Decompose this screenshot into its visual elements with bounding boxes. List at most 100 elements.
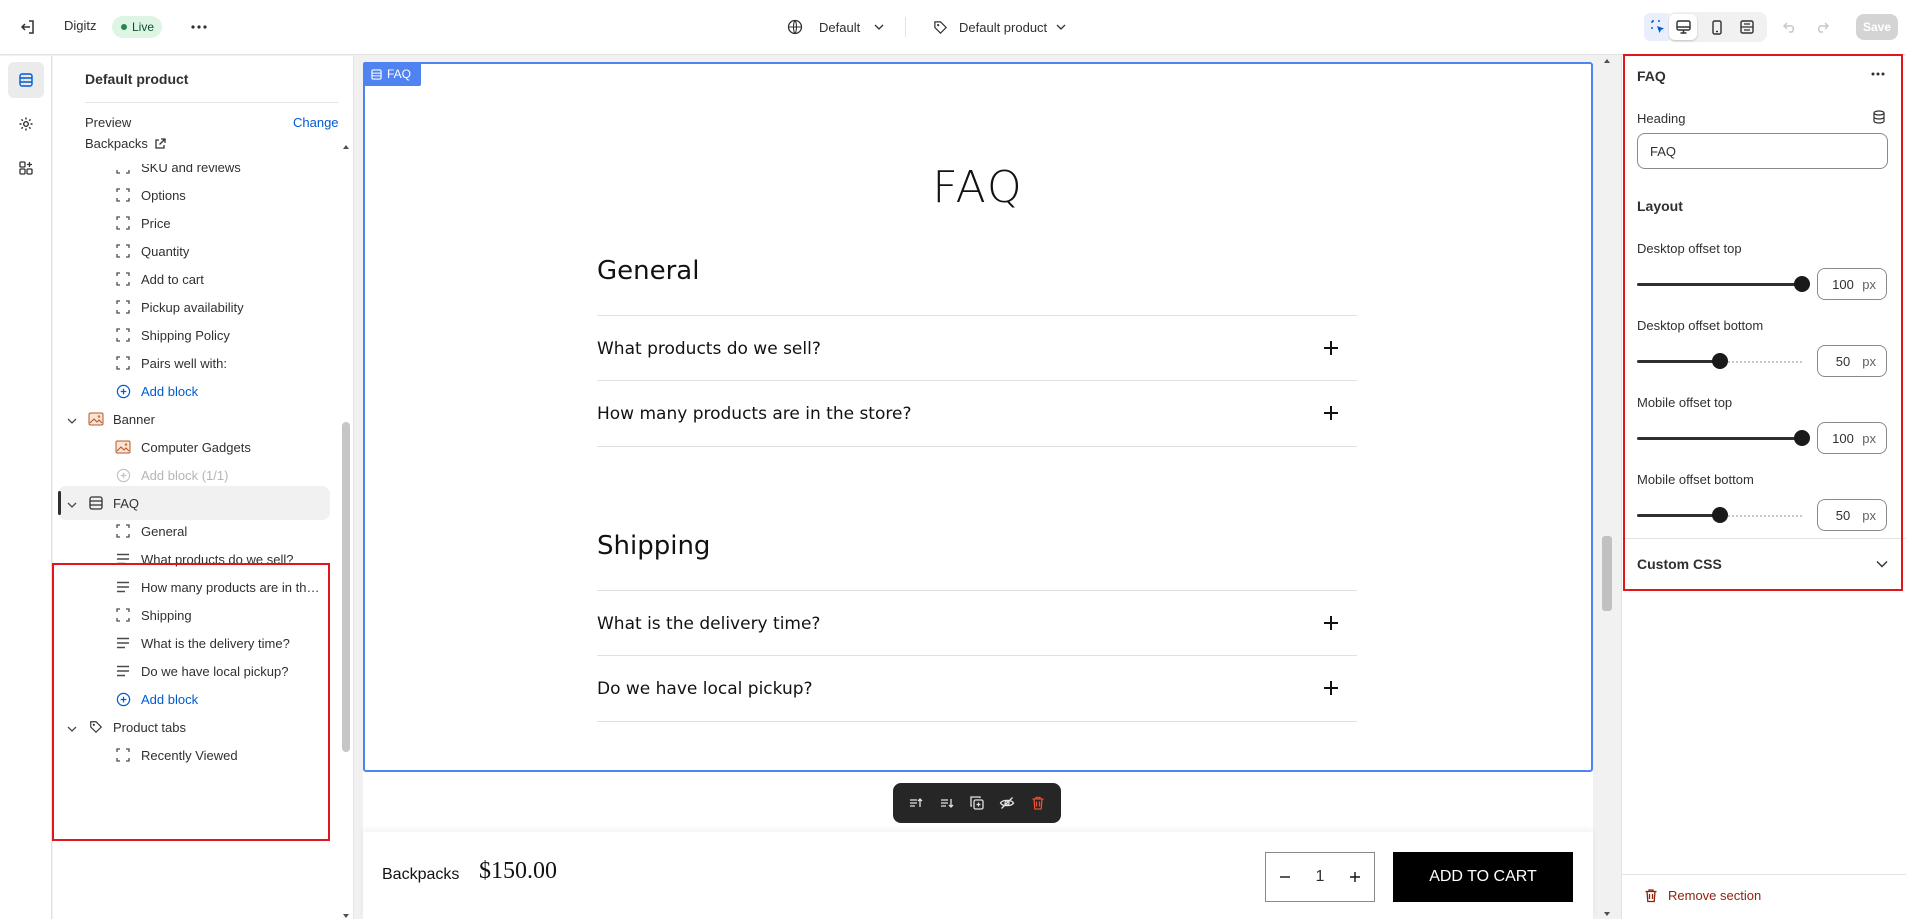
tree-item-label: Banner [113,411,155,427]
left-rail [0,56,52,919]
tag-icon [934,20,947,34]
slider-thumb[interactable] [1794,430,1810,446]
add-circle-icon [114,382,132,400]
chevron-down-icon[interactable] [67,496,77,511]
preview-product[interactable]: Backpacks [85,136,166,151]
plus-icon[interactable] [1321,678,1341,698]
sidebar-divider [85,102,338,103]
tree-item-label: Price [141,215,171,231]
faq-question-row[interactable]: Do we have local pickup? [597,655,1357,721]
section-settings-panel: FAQ Heading Layout Desktop offset top 100… [1621,56,1906,919]
duplicate-icon[interactable] [969,795,985,811]
tree-item-label: Quantity [141,243,190,259]
sections-rail-button[interactable] [8,62,44,98]
hide-icon[interactable] [999,795,1015,811]
image-icon [87,410,105,428]
redo-icon[interactable] [1810,15,1834,39]
slider-thumb[interactable] [1794,276,1810,292]
sidebar-scrollbar[interactable] [339,144,353,919]
slider-track-filled [1637,514,1720,517]
offset-number-input[interactable]: 50 px [1817,345,1887,377]
faq-question-row[interactable]: What is the delivery time? [597,590,1357,656]
offset-value[interactable]: 50 [1828,354,1858,369]
faq-divider [597,446,1357,447]
offset-slider[interactable] [1637,507,1802,523]
trash-icon[interactable] [1030,795,1046,811]
desktop-view-button[interactable] [1669,14,1697,40]
scroll-down-icon[interactable] [1603,911,1611,917]
sidebar-scroll-thumb[interactable] [342,422,350,752]
dynamic-source-icon[interactable] [1868,106,1890,128]
heading-input[interactable] [1637,133,1888,169]
undo-icon[interactable] [1778,15,1802,39]
chevron-down-icon[interactable] [1876,560,1888,568]
chevron-down-icon[interactable] [67,412,77,427]
template-selector[interactable]: Default product [933,16,1066,38]
tree-item-label: Shipping [141,607,192,623]
remove-section-button[interactable]: Remove section [1644,888,1761,903]
theme-settings-rail-button[interactable] [8,106,44,142]
mobile-view-button[interactable] [1703,14,1731,40]
tree-item-label: How many products are in the store? [141,579,326,595]
apps-rail-button[interactable] [8,150,44,186]
slider-thumb[interactable] [1711,507,1728,523]
block-icon [114,164,132,176]
list-icon [371,68,382,80]
slider-track-empty [1719,361,1802,363]
minus-icon[interactable] [1278,870,1292,884]
move-up-icon[interactable] [908,795,924,811]
change-preview-link[interactable]: Change [293,115,339,130]
offset-number-input[interactable]: 100 px [1817,422,1887,454]
more-icon[interactable] [186,15,212,39]
faq-question-row[interactable]: What products do we sell? [597,315,1357,381]
section-toolbar [893,783,1061,823]
plus-icon[interactable] [1321,403,1341,423]
plus-icon[interactable] [1348,870,1362,884]
offset-value[interactable]: 50 [1828,508,1858,523]
canvas-scroll-thumb[interactable] [1602,536,1612,611]
topbar-divider [905,17,906,37]
chevron-down-icon [874,24,884,30]
move-down-icon[interactable] [939,795,955,811]
slider-track-filled [1637,437,1802,440]
save-button[interactable]: Save [1856,14,1898,40]
offset-value[interactable]: 100 [1828,277,1858,292]
faq-question-row[interactable]: How many products are in the store? [597,380,1357,446]
faq-question: What is the delivery time? [597,613,821,634]
chevron-down-icon[interactable] [67,720,77,735]
block-icon [114,522,132,540]
scroll-down-icon[interactable] [342,913,350,919]
theme-selector[interactable]: Default [787,16,884,38]
quantity-stepper[interactable]: 1 [1265,852,1375,902]
slider-thumb[interactable] [1711,353,1728,369]
offset-slider[interactable] [1637,276,1810,292]
faq-heading: FAQ [932,162,1024,213]
plus-icon[interactable] [1321,338,1341,358]
section-tag[interactable]: FAQ [363,62,422,86]
tree-item-label: FAQ [113,495,140,511]
custom-css-toggle[interactable]: Custom CSS [1637,556,1722,572]
faq-question: How many products are in the store? [597,403,912,424]
quantity-value[interactable]: 1 [1316,868,1325,886]
offset-unit: px [1862,353,1876,369]
tree-item-label: Computer Gadgets [141,439,251,455]
offset-unit: px [1862,507,1876,523]
canvas-scrollbar[interactable] [1595,56,1620,919]
fullwidth-view-button[interactable] [1733,14,1761,40]
exit-icon[interactable] [16,15,40,39]
more-icon[interactable] [1864,62,1892,86]
offset-value[interactable]: 100 [1828,431,1858,446]
text-icon [114,634,132,652]
faq-divider [597,721,1357,722]
settings-divider [1622,538,1906,539]
plus-icon[interactable] [1321,613,1341,633]
offset-slider[interactable] [1637,353,1802,369]
scroll-up-icon[interactable] [1603,58,1611,64]
tree-block[interactable]: Recently Viewed [53,738,338,772]
offset-slider[interactable] [1637,430,1810,446]
preview-canvas: FAQ FAQ General What products do we sell… [355,56,1620,919]
offset-number-input[interactable]: 100 px [1817,268,1887,300]
add-to-cart-button[interactable]: ADD TO CART [1393,852,1573,902]
scroll-up-icon[interactable] [342,144,350,150]
offset-number-input[interactable]: 50 px [1817,499,1887,531]
